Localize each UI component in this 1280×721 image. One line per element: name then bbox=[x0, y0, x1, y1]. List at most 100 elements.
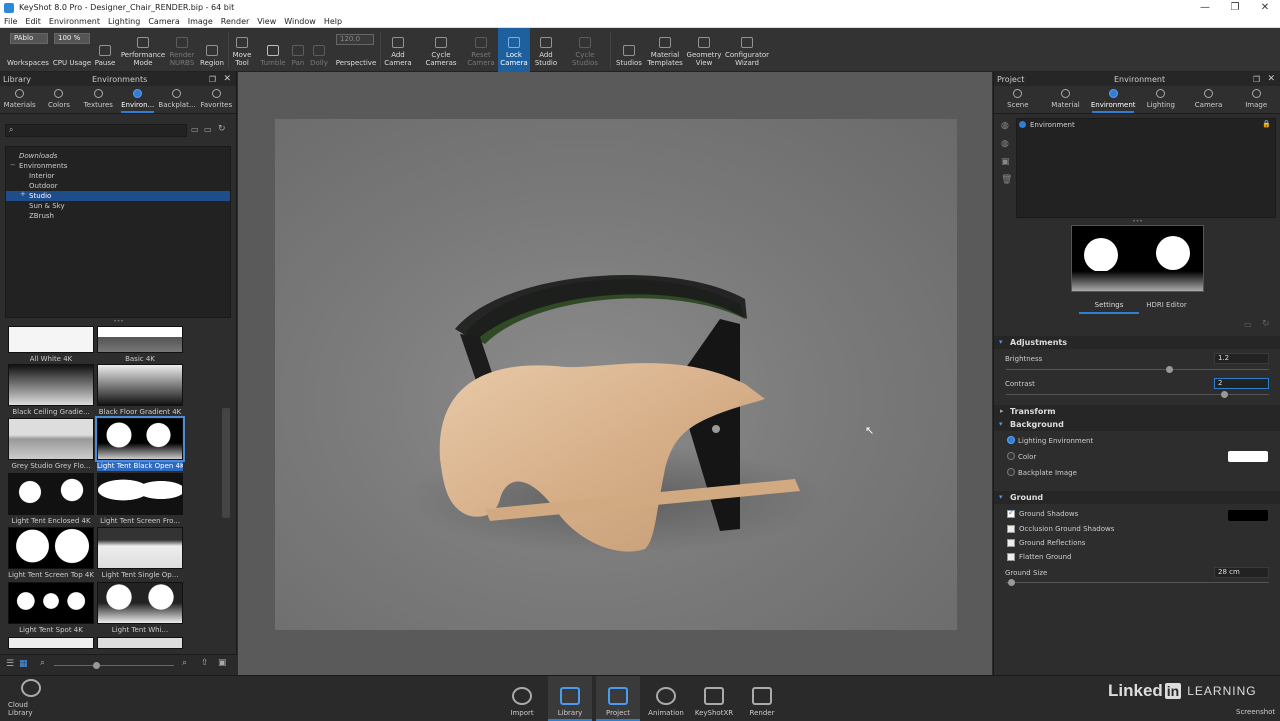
menu-render[interactable]: Render bbox=[217, 17, 253, 26]
cycle-studios-button[interactable]: Cycle Studios bbox=[566, 28, 604, 72]
environment-list-item[interactable]: Environment bbox=[1017, 119, 1275, 130]
copy-settings-icon[interactable]: ▭ bbox=[1244, 320, 1252, 329]
list-view-icon[interactable]: ☰ bbox=[6, 659, 14, 669]
thumbnail-basic[interactable]: Basic 4K bbox=[97, 326, 183, 364]
upload-icon[interactable]: ⇧ bbox=[201, 658, 209, 668]
library-button[interactable]: Library bbox=[548, 676, 592, 721]
tree-item-outdoor[interactable]: Outdoor bbox=[6, 181, 230, 191]
tree-item-sun-sky[interactable]: Sun & Sky bbox=[6, 201, 230, 211]
thumbnail-light-tent-enclosed[interactable]: Light Tent Enclosed 4K bbox=[8, 473, 94, 526]
move-tool-button[interactable]: Move Tool bbox=[230, 28, 254, 72]
thumbnail-partial[interactable] bbox=[97, 637, 183, 649]
copy-icon[interactable]: ▣ bbox=[1001, 157, 1010, 167]
radio-lighting-environment[interactable] bbox=[1007, 436, 1015, 444]
trash-icon[interactable]: 🗑 bbox=[1001, 175, 1012, 185]
keyshotxr-button[interactable]: KeyShotXR bbox=[692, 676, 736, 721]
performance-mode-button[interactable]: Performance Mode bbox=[119, 28, 167, 72]
subtab-settings[interactable]: Settings bbox=[1079, 301, 1139, 314]
region-button[interactable]: Region bbox=[198, 28, 226, 72]
cycle-cameras-button[interactable]: Cycle Cameras bbox=[421, 28, 461, 72]
thumbnail-black-floor[interactable]: Black Floor Gradient 4K bbox=[97, 364, 183, 417]
thumbnail-light-tent-white[interactable]: Light Tent Whi... bbox=[97, 582, 183, 635]
zoom-in-icon[interactable]: ⌕ bbox=[182, 658, 187, 668]
zoom-out-icon[interactable]: ⌕ bbox=[40, 658, 45, 668]
perspective-button[interactable]: Perspective bbox=[334, 28, 378, 72]
contrast-slider[interactable] bbox=[1006, 394, 1269, 395]
radio-backplate-image[interactable] bbox=[1007, 468, 1015, 476]
thumbnail-size-slider[interactable] bbox=[54, 665, 174, 666]
tab-backplates[interactable]: Backplat... bbox=[157, 86, 196, 113]
contrast-slider-knob[interactable] bbox=[1221, 391, 1229, 398]
tab-environment[interactable]: Environment bbox=[1089, 86, 1137, 113]
tab-environments[interactable]: Environ... bbox=[118, 86, 157, 113]
tree-item-downloads[interactable]: Downloads bbox=[6, 151, 230, 161]
add-camera-button[interactable]: Add Camera bbox=[383, 28, 413, 72]
tree-item-environments[interactable]: Environments bbox=[6, 161, 230, 171]
tumble-button[interactable]: Tumble bbox=[259, 28, 287, 72]
undock-icon[interactable]: ❐ bbox=[1253, 75, 1260, 84]
tab-textures[interactable]: Textures bbox=[79, 86, 118, 113]
add-studio-button[interactable]: Add Studio bbox=[532, 28, 560, 72]
menu-environment[interactable]: Environment bbox=[45, 17, 104, 26]
splitter-handle[interactable]: ••• bbox=[994, 219, 1280, 225]
brightness-slider-knob[interactable] bbox=[1166, 366, 1174, 373]
tree-item-studio[interactable]: Studio bbox=[6, 191, 230, 201]
undock-icon[interactable]: ❐ bbox=[209, 75, 216, 84]
menu-camera[interactable]: Camera bbox=[144, 17, 183, 26]
radio-color[interactable] bbox=[1007, 452, 1015, 460]
contrast-field[interactable]: 2 bbox=[1214, 378, 1269, 389]
maximize-button[interactable]: ❐ bbox=[1220, 0, 1250, 15]
minimize-button[interactable]: — bbox=[1190, 0, 1220, 15]
render-viewport[interactable]: ↖ bbox=[238, 72, 992, 675]
section-adjustments[interactable]: Adjustments bbox=[994, 336, 1280, 349]
close-panel-icon[interactable]: ✕ bbox=[1267, 74, 1275, 84]
background-color-swatch[interactable] bbox=[1228, 451, 1268, 462]
folder-icon[interactable]: ▭ bbox=[191, 125, 199, 134]
section-transform[interactable]: Transform bbox=[994, 405, 1280, 418]
new-folder-icon[interactable]: ▭ bbox=[204, 125, 212, 134]
tab-image[interactable]: Image bbox=[1232, 86, 1280, 113]
configurator-wizard-button[interactable]: Configurator Wizard bbox=[724, 28, 770, 72]
render-nurbs-button[interactable]: Render NURBS bbox=[168, 28, 196, 72]
screenshot-label[interactable]: Screenshot bbox=[1236, 708, 1275, 716]
tab-material[interactable]: Material bbox=[1042, 86, 1090, 113]
thumbnail-partial[interactable] bbox=[8, 637, 94, 649]
thumbnail-grey-studio[interactable]: Grey Studio Grey Flo... bbox=[8, 418, 94, 471]
pause-button[interactable]: Pause bbox=[93, 28, 117, 72]
lock-icon[interactable]: 🔒 bbox=[1262, 120, 1271, 128]
tab-materials[interactable]: Materials bbox=[0, 86, 39, 113]
checkbox-ground-shadows[interactable]: ✓ bbox=[1007, 508, 1015, 518]
thumbnails-scrollbar[interactable] bbox=[222, 408, 230, 518]
refresh-icon[interactable]: ↻ bbox=[218, 124, 226, 134]
thumbnail-light-tent-spot[interactable]: Light Tent Spot 4K bbox=[8, 582, 94, 635]
menu-help[interactable]: Help bbox=[320, 17, 346, 26]
tab-colors[interactable]: Colors bbox=[39, 86, 78, 113]
tab-camera[interactable]: Camera bbox=[1185, 86, 1233, 113]
menu-window[interactable]: Window bbox=[280, 17, 320, 26]
section-background[interactable]: Background bbox=[994, 418, 1280, 431]
reset-camera-button[interactable]: Reset Camera bbox=[466, 28, 496, 72]
checkbox-occlusion-ground-shadows[interactable] bbox=[1007, 525, 1015, 533]
checkbox-ground-reflections[interactable] bbox=[1007, 539, 1015, 547]
reset-icon[interactable]: ↻ bbox=[1262, 319, 1270, 329]
close-panel-icon[interactable]: ✕ bbox=[223, 74, 231, 84]
image-icon[interactable]: ▣ bbox=[218, 658, 227, 668]
grid-view-icon[interactable]: ▦ bbox=[19, 659, 28, 669]
expand-icon[interactable]: + bbox=[20, 190, 26, 198]
lock-camera-button[interactable]: Lock Camera bbox=[498, 28, 530, 72]
dolly-button[interactable]: Dolly bbox=[308, 28, 330, 72]
animation-button[interactable]: Animation bbox=[644, 676, 688, 721]
tab-scene[interactable]: Scene bbox=[994, 86, 1042, 113]
cloud-library-button[interactable]: Cloud Library bbox=[8, 676, 54, 721]
section-ground[interactable]: Ground bbox=[994, 491, 1280, 504]
ground-size-field[interactable]: 28 cm bbox=[1214, 567, 1269, 578]
thumbnail-light-tent-screen-front[interactable]: Light Tent Screen Fro... bbox=[97, 473, 183, 526]
menu-view[interactable]: View bbox=[253, 17, 280, 26]
thumbnail-all-white[interactable]: All White 4K bbox=[8, 326, 94, 364]
tree-item-zbrush[interactable]: ZBrush bbox=[6, 211, 230, 221]
tab-lighting[interactable]: Lighting bbox=[1137, 86, 1185, 113]
cpu-usage-button[interactable]: CPU Usage bbox=[52, 28, 92, 72]
thumbnail-light-tent-screen-top[interactable]: Light Tent Screen Top 4K bbox=[8, 527, 94, 580]
add-environment-icon[interactable]: ◍ bbox=[1001, 121, 1009, 131]
thumbnail-light-tent-black-open[interactable]: Light Tent Black Open 4K bbox=[95, 416, 185, 471]
